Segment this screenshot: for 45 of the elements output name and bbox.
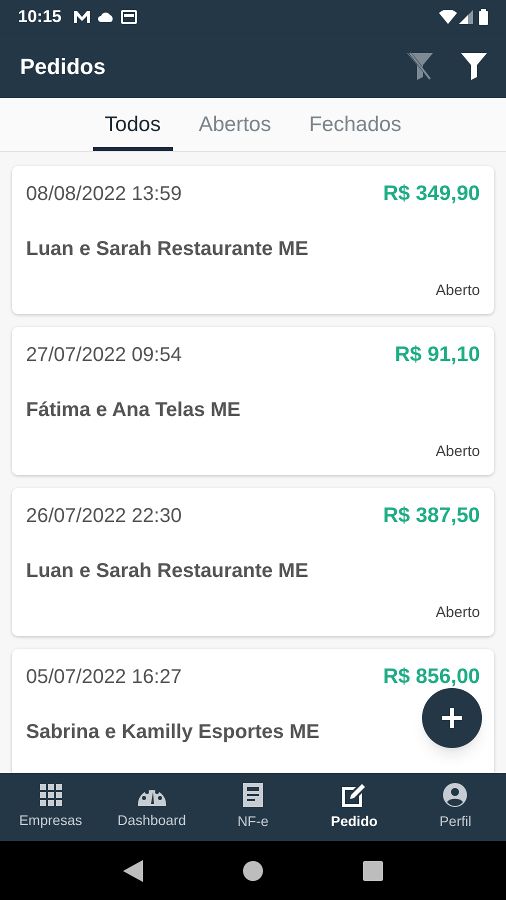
plus-icon: [442, 708, 462, 728]
nav-item[interactable]: Perfil: [404, 773, 506, 841]
document-icon: [243, 782, 263, 806]
order-card[interactable]: 26/07/2022 22:30 R$ 387,50 Luan e Sarah Restaurante ME Aberto: [12, 488, 494, 636]
status-time: 10:15: [18, 6, 62, 28]
nav-item[interactable]: Empresas: [0, 773, 102, 841]
recents-icon[interactable]: [363, 860, 383, 880]
order-status: Aberto: [436, 442, 480, 462]
tab[interactable]: Fechados: [297, 98, 414, 151]
order-total: R$ 349,90: [383, 181, 480, 207]
order-total: R$ 387,50: [383, 503, 480, 529]
order-status: Aberto: [436, 602, 480, 622]
grid-icon: [40, 784, 62, 806]
order-card[interactable]: 08/08/2022 13:59 R$ 349,90 Luan e Sarah Restaurante ME Aberto: [12, 166, 494, 314]
customer-name: Sabrina e Kamilly Esportes ME: [26, 720, 320, 744]
nav-item[interactable]: Pedido: [304, 773, 405, 841]
cloud-icon: [97, 11, 116, 23]
filter-icon: [460, 51, 488, 81]
tab[interactable]: Todos: [92, 98, 173, 151]
filter-off-icon: [406, 51, 434, 81]
back-icon[interactable]: [123, 860, 143, 882]
nav-item[interactable]: Dashboard: [101, 773, 202, 841]
order-date: 05/07/2022 16:27: [26, 664, 182, 690]
order-total: R$ 856,00: [383, 664, 480, 690]
app-title: Pedidos: [20, 52, 107, 80]
battery-icon: [479, 9, 488, 25]
customer-name: Fátima e Ana Telas ME: [26, 398, 241, 422]
order-date: 08/08/2022 13:59: [26, 182, 182, 207]
order-date: 26/07/2022 22:30: [26, 504, 182, 529]
calendar-icon: [121, 10, 138, 24]
home-icon[interactable]: [243, 860, 263, 880]
customer-name: Luan e Sarah Restaurante ME: [26, 236, 308, 262]
wifi-icon: [439, 10, 457, 24]
edit-icon: [342, 782, 366, 806]
order-total: R$ 91,10: [394, 342, 480, 368]
profile-icon: [443, 782, 468, 806]
tab[interactable]: Abertos: [186, 98, 284, 151]
nav-item[interactable]: NF-e: [202, 773, 304, 841]
order-card[interactable]: 27/07/2022 09:54 R$ 91,10 Fátima e Ana Telas ME Aberto: [12, 327, 494, 475]
order-date: 27/07/2022 09:54: [26, 342, 182, 368]
mail-icon: [73, 10, 92, 24]
order-card[interactable]: 05/07/2022 16:27 R$ 856,00 Sabrina e Kamilly Esportes ME: [12, 649, 494, 773]
order-status: Aberto: [436, 280, 480, 300]
customer-name: Luan e Sarah Restaurante ME: [26, 558, 308, 584]
signal-icon: [459, 10, 473, 24]
